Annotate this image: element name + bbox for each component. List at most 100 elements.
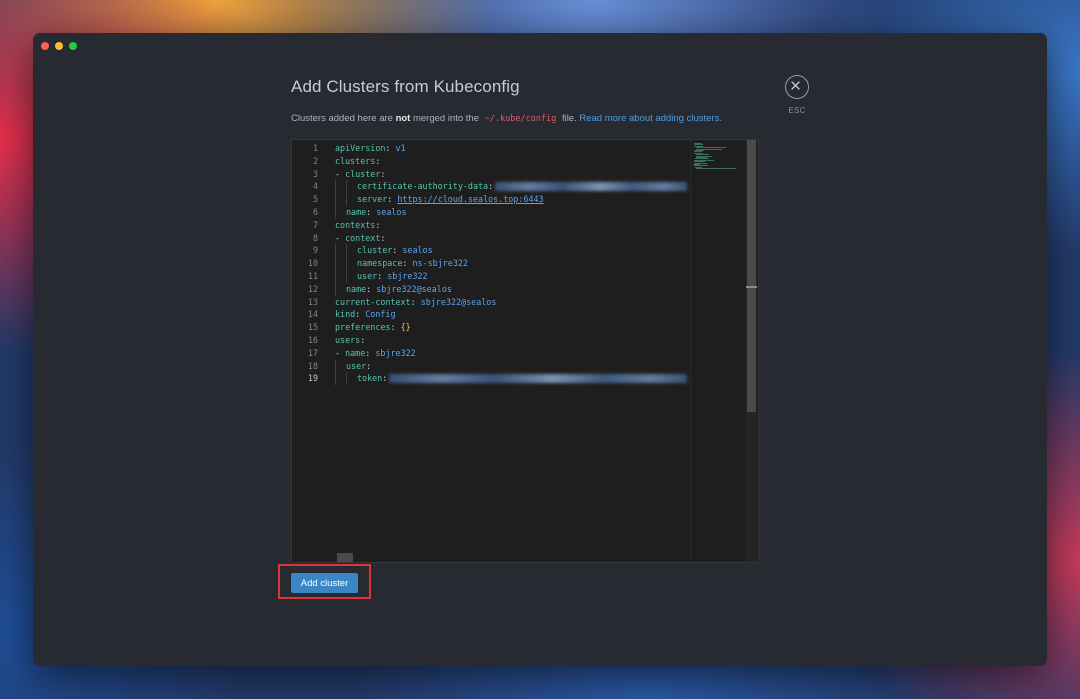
code-line[interactable]: 19 token: [292, 372, 690, 386]
yaml-colon: : [488, 181, 494, 192]
yaml-colon: : [410, 296, 416, 307]
code-line[interactable]: 13 current-context: sbjre322@sealos [292, 296, 690, 309]
yaml-colon: : [366, 360, 372, 371]
code-text: name: sealos [318, 205, 407, 219]
yaml-dash: - [335, 347, 346, 358]
indent-guide [346, 180, 357, 194]
yaml-key: name [346, 283, 367, 294]
yaml-dash: - [335, 168, 346, 179]
yaml-key: namespace [357, 258, 403, 269]
code-text: token: [318, 372, 688, 386]
yaml-colon: : [385, 143, 391, 153]
line-number: 15 [307, 322, 318, 333]
line-number: 8 [312, 232, 318, 243]
yaml-colon: : [366, 206, 372, 217]
yaml-colon: : [365, 347, 371, 358]
line-number: 5 [312, 194, 318, 205]
yaml-key: contexts [335, 219, 376, 230]
kubeconfig-editor[interactable]: 1 apiVersion: v1 2 clusters: 3- cluster: 4 cer… [291, 139, 759, 563]
yaml-key: cluster [345, 168, 381, 179]
yaml-key: name [346, 206, 367, 217]
yaml-key: current-context [335, 296, 411, 307]
code-text: user: sbjre322 [318, 269, 428, 283]
yaml-colon: : [382, 373, 388, 384]
yaml-key: users [335, 334, 361, 345]
yaml-value: sbjre322@sealos [376, 283, 452, 294]
horizontal-scroll-thumb[interactable] [337, 553, 353, 562]
minimize-window-dot[interactable] [55, 42, 63, 50]
yaml-key: kind [335, 309, 356, 320]
yaml-value: v1 [395, 143, 406, 153]
kubeconfig-window: Add Clusters from Kubeconfig ESC Cluster… [33, 33, 1047, 666]
line-number: 3 [312, 168, 318, 179]
yaml-value: Config [365, 309, 396, 320]
yaml-value: sbjre322 [387, 270, 428, 281]
close-button[interactable] [785, 75, 809, 99]
code-line[interactable]: 18 user: [292, 359, 690, 373]
code-line[interactable]: 9 cluster: sealos [292, 244, 690, 258]
yaml-value: sbjre322 [375, 347, 416, 358]
yaml-colon: : [375, 155, 381, 166]
indent-guide [346, 244, 357, 258]
code-area[interactable]: 1 apiVersion: v1 2 clusters: 3- cluster: 4 cer… [292, 142, 690, 386]
yaml-colon: : [375, 219, 381, 230]
vertical-scrollbar[interactable] [746, 140, 757, 562]
code-text: users: [318, 334, 365, 347]
yaml-key: name [345, 347, 366, 358]
code-text: contexts: [318, 219, 380, 232]
editor-minimap[interactable] [690, 140, 747, 562]
code-text: cluster: sealos [318, 244, 433, 258]
code-line[interactable]: 2 clusters: [292, 155, 690, 168]
code-line[interactable]: 5 server: https://cloud.sealos.top:6443 [292, 193, 690, 206]
code-line[interactable]: 12 name: sbjre322@sealos [292, 282, 690, 296]
code-line[interactable]: 4 certificate-authority-data: [292, 180, 690, 194]
line-number: 10 [307, 258, 318, 269]
close-window-dot[interactable] [41, 42, 49, 50]
code-line[interactable]: 17- name: sbjre322 [292, 347, 690, 360]
line-number: 18 [307, 360, 318, 371]
yaml-colon: : [366, 283, 372, 294]
indent-guide [335, 257, 346, 270]
yaml-value: ns-sbjre322 [412, 258, 468, 269]
line-number: 2 [312, 155, 318, 166]
highlight-box [278, 564, 371, 599]
yaml-key: clusters [335, 155, 376, 166]
code-text: - context: [318, 232, 385, 245]
yaml-key: user [357, 270, 378, 281]
code-text: current-context: sbjre322@sealos [318, 296, 496, 309]
line-number: 17 [307, 347, 318, 358]
code-line[interactable]: 3- cluster: [292, 168, 690, 181]
indent-guide [335, 282, 346, 296]
maximize-window-dot[interactable] [69, 42, 77, 50]
code-line[interactable]: 15 preferences: {} [292, 321, 690, 334]
yaml-key: preferences [335, 322, 391, 333]
code-text: server: https://cloud.sealos.top:6443 [318, 193, 544, 206]
line-number: 4 [312, 181, 318, 192]
code-text: preferences: {} [318, 321, 411, 334]
code-text: user: [318, 359, 372, 373]
indent-guide [346, 193, 357, 206]
code-line[interactable]: 10 namespace: ns-sbjre322 [292, 257, 690, 270]
close-control: ESC [784, 75, 810, 115]
subtitle-suffix: file. [561, 113, 577, 124]
code-line[interactable]: 11 user: sbjre322 [292, 269, 690, 283]
code-text: name: sbjre322@sealos [318, 282, 452, 296]
line-number: 6 [312, 206, 318, 217]
code-text: - name: sbjre322 [318, 347, 416, 360]
code-line[interactable]: 6 name: sealos [292, 205, 690, 219]
line-number: 1 [312, 143, 318, 153]
yaml-colon: : [377, 270, 383, 281]
code-line[interactable]: 8- context: [292, 232, 690, 245]
yaml-colon: : [355, 309, 361, 320]
code-line[interactable]: 7 contexts: [292, 219, 690, 232]
indent-guide [335, 180, 346, 194]
code-line[interactable]: 1 apiVersion: v1 [292, 142, 690, 155]
read-more-link[interactable]: Read more about adding clusters. [579, 113, 722, 124]
code-line[interactable]: 14 kind: Config [292, 308, 690, 321]
code-text: namespace: ns-sbjre322 [318, 257, 468, 270]
code-line[interactable]: 16 users: [292, 334, 690, 347]
yaml-colon: : [390, 322, 396, 333]
line-number: 12 [307, 283, 318, 294]
vertical-scroll-thumb[interactable] [747, 140, 756, 412]
subtitle-middle: merged into the [412, 113, 479, 124]
